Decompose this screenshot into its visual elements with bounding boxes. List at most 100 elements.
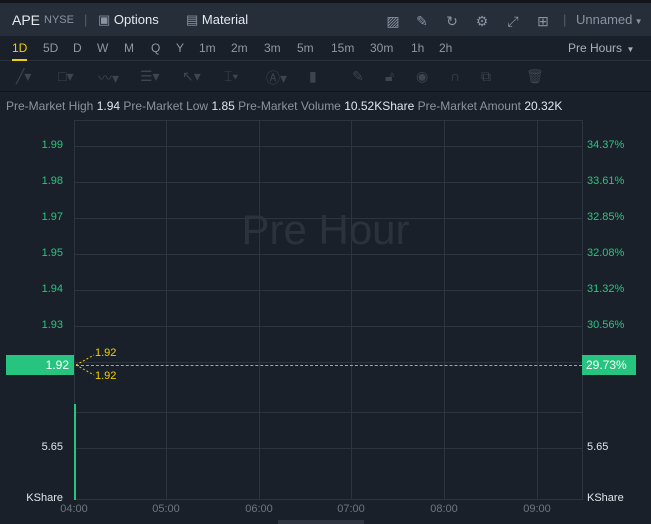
period-tab-M[interactable]: M bbox=[124, 41, 134, 55]
period-tab-1D[interactable]: 1D bbox=[12, 41, 28, 61]
exchange: NYSE bbox=[44, 14, 74, 26]
rectangle-tool-icon[interactable]: □▾ bbox=[58, 68, 73, 85]
volume-unit-left: KShare bbox=[26, 492, 63, 504]
trash-icon[interactable]: 🗑︎ bbox=[526, 68, 544, 85]
layout-label: Unnamed bbox=[576, 12, 633, 27]
chart-icon[interactable]: ▨ bbox=[385, 13, 401, 29]
left-axis-tick: 1.99 bbox=[41, 139, 63, 151]
grid-line-h bbox=[74, 326, 582, 327]
wave-tool-icon[interactable]: 〰▾ bbox=[98, 68, 119, 88]
x-axis-tick: 04:00 bbox=[60, 503, 88, 515]
period-tab-W[interactable]: W bbox=[97, 41, 108, 55]
eye-icon[interactable]: ◉ bbox=[416, 68, 428, 85]
copy-icon[interactable]: ⧉ bbox=[481, 68, 491, 85]
period-tab-30m[interactable]: 30m bbox=[370, 41, 393, 55]
period-tab-3m[interactable]: 3m bbox=[264, 41, 281, 55]
right-axis-tick: 33.61% bbox=[587, 175, 625, 187]
lock-icon[interactable]: 🔓︎ bbox=[385, 68, 394, 85]
premarket-info: Pre-Market High 1.94 Pre-Market Low 1.85… bbox=[6, 99, 562, 113]
document-icon: ▤ bbox=[186, 12, 199, 27]
grid-line-h bbox=[74, 290, 582, 291]
low-value: 1.85 bbox=[211, 99, 235, 113]
current-price-tag: 1.92 bbox=[6, 355, 74, 375]
options-label: Options bbox=[113, 12, 159, 27]
grid-line-h bbox=[74, 254, 582, 255]
period-tab-2h[interactable]: 2h bbox=[439, 41, 452, 55]
period-tab-15m[interactable]: 15m bbox=[331, 41, 354, 55]
x-axis-tick: 09:00 bbox=[523, 503, 551, 515]
x-axis-tick: 07:00 bbox=[337, 503, 365, 515]
options-icon: ▣ bbox=[98, 12, 111, 27]
fullscreen-icon[interactable]: ⤢ bbox=[505, 13, 521, 29]
left-axis-tick: 1.98 bbox=[41, 175, 63, 187]
material-label: Material bbox=[201, 12, 249, 27]
drawing-toolbar: ╱▾ □▾ 〰▾ ☰▾ ↖▾ ⌶▾ Ⓐ▾ ▮ ✎ 🔓︎ ◉ ∩ ⧉ 🗑︎ bbox=[0, 61, 651, 92]
grid-line-h bbox=[74, 362, 582, 363]
symbol: APE bbox=[12, 12, 41, 28]
session-label: Pre Hours bbox=[568, 41, 623, 55]
candle-icon[interactable]: ▮ bbox=[309, 68, 317, 85]
volume-tick-left: 5.65 bbox=[41, 441, 63, 453]
right-axis-tick: 31.32% bbox=[587, 283, 625, 295]
period-tab-D[interactable]: D bbox=[73, 41, 82, 55]
scrollbar[interactable] bbox=[278, 520, 364, 524]
line-tool-icon[interactable]: ╱▾ bbox=[16, 68, 31, 85]
amount-value: 20.32K bbox=[524, 99, 563, 113]
period-tab-5D[interactable]: 5D bbox=[43, 41, 58, 55]
low-label: Pre-Market Low bbox=[123, 99, 209, 113]
layout-dropdown[interactable]: Unnamed ▼ bbox=[576, 12, 643, 27]
session-dropdown[interactable]: Pre Hours ▼ bbox=[568, 41, 634, 55]
material-button[interactable]: ▤ Material bbox=[186, 12, 248, 28]
caret-down-icon: ▼ bbox=[632, 17, 643, 26]
grid-line-v bbox=[537, 120, 538, 500]
period-tab-5m[interactable]: 5m bbox=[297, 41, 314, 55]
divider: | bbox=[563, 12, 567, 27]
grid-line-h bbox=[74, 146, 582, 147]
volume-value: 10.52KShare bbox=[344, 99, 415, 113]
x-axis-tick: 05:00 bbox=[152, 503, 180, 515]
amount-label: Pre-Market Amount bbox=[417, 99, 521, 113]
top-bar: APE NYSE | ▣ Options ▤ Material ▨ ✎ ↻ ⚙ … bbox=[0, 0, 651, 36]
marker-high-label: 1.92 bbox=[95, 347, 117, 359]
measure-tool-icon[interactable]: ⌶▾ bbox=[224, 68, 238, 85]
grid-line-h bbox=[74, 448, 582, 449]
x-axis-tick: 06:00 bbox=[245, 503, 273, 515]
grid-line-v bbox=[582, 120, 583, 500]
period-tab-Q[interactable]: Q bbox=[151, 41, 160, 55]
grid-line-v bbox=[259, 120, 260, 500]
text-tool-icon[interactable]: Ⓐ▾ bbox=[266, 68, 287, 88]
volume-unit-right: KShare bbox=[587, 492, 624, 504]
grid-line-v bbox=[351, 120, 352, 500]
volume-bar bbox=[74, 404, 76, 500]
watermark: Pre Hour bbox=[241, 206, 410, 253]
right-axis-tick: 30.56% bbox=[587, 319, 625, 331]
period-tab-2m[interactable]: 2m bbox=[231, 41, 248, 55]
options-button[interactable]: ▣ Options bbox=[98, 12, 159, 28]
marker-low-label: 1.92 bbox=[95, 370, 117, 382]
pen-icon[interactable]: ✎ bbox=[352, 68, 364, 85]
grid-layout-icon[interactable]: ⊞ bbox=[535, 13, 551, 29]
period-tab-Y[interactable]: Y bbox=[176, 41, 184, 55]
refresh-icon[interactable]: ↻ bbox=[444, 13, 460, 29]
period-tab-1m[interactable]: 1m bbox=[199, 41, 216, 55]
grid-line-h bbox=[74, 182, 582, 183]
fib-tool-icon[interactable]: ☰▾ bbox=[140, 68, 160, 85]
left-axis-tick: 1.94 bbox=[41, 283, 63, 295]
divider: | bbox=[84, 12, 88, 27]
x-axis-tick: 08:00 bbox=[430, 503, 458, 515]
volume-tick-right: 5.65 bbox=[587, 441, 609, 453]
arrow-tool-icon[interactable]: ↖▾ bbox=[182, 68, 201, 85]
high-value: 1.94 bbox=[96, 99, 121, 113]
grid-line-v bbox=[444, 120, 445, 500]
right-axis-tick: 34.37% bbox=[587, 139, 625, 151]
current-pct-tag: 29.73% bbox=[582, 355, 636, 375]
magnet-icon[interactable]: ∩ bbox=[450, 68, 460, 84]
grid-line-v bbox=[166, 120, 167, 500]
volume-label: Pre-Market Volume bbox=[238, 99, 341, 113]
grid-line-h bbox=[74, 499, 582, 500]
high-label: Pre-Market High bbox=[6, 99, 94, 113]
gear-icon[interactable]: ⚙ bbox=[474, 13, 490, 29]
period-tab-1h[interactable]: 1h bbox=[411, 41, 424, 55]
pencil-icon[interactable]: ✎ bbox=[414, 13, 430, 29]
caret-down-icon: ▼ bbox=[622, 45, 635, 54]
